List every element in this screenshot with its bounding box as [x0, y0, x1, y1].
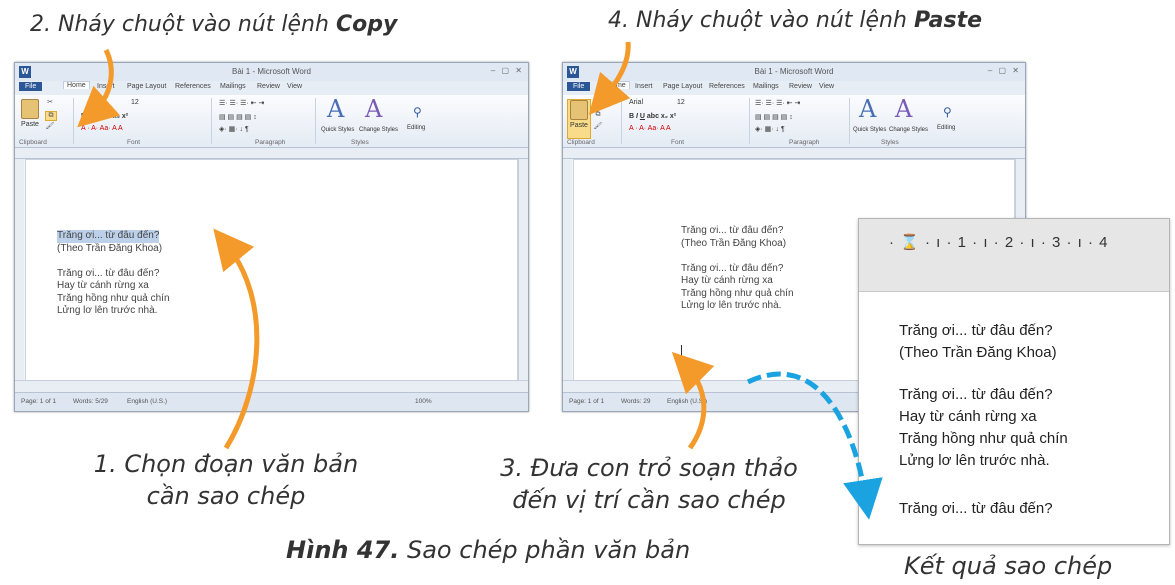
arrow-to-cursor	[671, 351, 715, 450]
arrow-to-result	[746, 371, 883, 520]
arrow-to-selection	[213, 228, 260, 450]
annotation-arrows	[77, 41, 883, 520]
arrow-to-copy	[77, 48, 121, 128]
arrow-to-paste	[588, 41, 631, 116]
